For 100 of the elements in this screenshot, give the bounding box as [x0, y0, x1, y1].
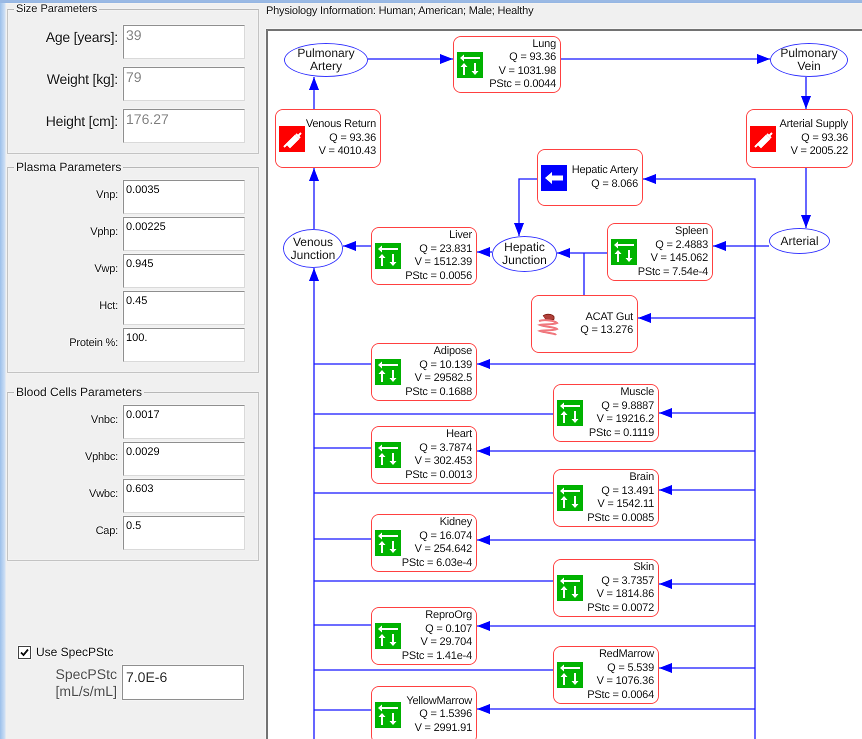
field-label: Vphbc:	[84, 451, 119, 463]
node-value: PStc = 6.03e-4	[402, 556, 472, 570]
compartment-node[interactable]: RedMarrow Q = 5.539 V = 1076.36 PStc = 0.0064	[553, 646, 659, 704]
node-value: Q = 13.491	[601, 484, 654, 498]
compartment-node[interactable]: Skin Q = 3.7357 V = 1814.86 PStc = 0.0072	[553, 559, 659, 617]
node-value: PStc = 0.0085	[587, 512, 654, 525]
compartment-node[interactable]: Venous Return Q = 93.36 V = 4010.43	[275, 109, 381, 168]
node-value: Q = 0.107	[425, 622, 472, 636]
compartment-node[interactable]: Arterial Supply Q = 93.36 V = 2005.22	[746, 109, 853, 168]
node-title: Venous Return	[306, 118, 376, 132]
node-value: Q = 23.831	[419, 242, 472, 256]
node-value: Q = 8.066	[591, 178, 638, 191]
node-value: PStc = 0.0072	[587, 602, 654, 615]
compartment-node[interactable]: Spleen Q = 2.4883 V = 145.062 PStc = 7.54e-4	[607, 223, 713, 281]
input-field[interactable]: 0.5	[123, 516, 245, 550]
node-value: V = 254.642	[414, 543, 472, 556]
field-label: Height [cm]:	[44, 113, 119, 129]
junction-node[interactable]: Venous Junction	[283, 229, 343, 268]
node-value: V = 1031.98	[498, 64, 556, 78]
node-value: PStc = 7.54e-4	[638, 266, 708, 279]
node-title: Heart	[446, 428, 472, 442]
node-value: Q = 3.7874	[419, 442, 472, 455]
node-value: V = 29582.5	[414, 372, 472, 386]
compartment-node[interactable]: Lung Q = 93.36 V = 1031.98 PStc = 0.0044	[453, 36, 561, 93]
group-title: Plasma Parameters	[15, 160, 122, 174]
field-label: Cap:	[94, 525, 119, 537]
input-field[interactable]: 100.	[123, 328, 245, 362]
field-label: Protein %:	[68, 337, 119, 349]
field-label: [mL/s/mL]	[54, 683, 117, 700]
node-value: V = 19216.2	[596, 413, 654, 426]
compartment-node[interactable]: Heart Q = 3.7874 V = 302.453 PStc = 0.0013	[371, 426, 477, 484]
compartment-node[interactable]: YellowMarrow Q = 1.5396 V = 2991.91	[371, 686, 477, 739]
node-value: Q = 2.4883	[655, 238, 708, 252]
node-value: V = 1814.86	[596, 588, 654, 602]
group-title: Blood Cells Parameters	[15, 385, 144, 399]
input-field[interactable]: 0.00225	[123, 217, 245, 251]
input-field[interactable]: 0.45	[123, 291, 245, 325]
node-value: V = 302.453	[414, 455, 472, 468]
compartment-node[interactable]: Muscle Q = 9.8887 V = 19216.2 PStc = 0.1119	[553, 384, 659, 442]
node-title: Hepatic Artery	[572, 164, 638, 178]
compartment-node[interactable]: Kidney Q = 16.074 V = 254.642 PStc = 6.03e-4	[371, 514, 477, 572]
input-field[interactable]: 0.0017	[123, 405, 245, 439]
junction-node[interactable]: Arterial	[769, 228, 830, 254]
compartment-node[interactable]: Hepatic Artery Q = 8.066	[537, 149, 643, 206]
input-field[interactable]: 0.0035	[123, 180, 245, 214]
node-value: V = 4010.43	[318, 145, 376, 159]
compartment-node[interactable]: ACAT Gut Q = 13.276	[531, 295, 638, 353]
node-title: Skin	[633, 561, 654, 574]
node-title: ReproOrg	[425, 609, 472, 622]
node-title: Brain	[629, 471, 654, 484]
node-title: Arterial Supply	[779, 118, 848, 132]
node-value: PStc = 0.1688	[405, 386, 472, 399]
input-field[interactable]: 7.0E-6	[122, 665, 244, 700]
field-label: Hct:	[98, 300, 119, 312]
node-value: Q = 3.7357	[601, 574, 654, 588]
node-value: Q = 16.074	[419, 530, 472, 543]
node-value: Q = 93.36	[329, 132, 376, 146]
node-title: YellowMarrow	[406, 694, 472, 708]
node-title: ACAT Gut	[585, 310, 633, 324]
compartment-node[interactable]: ReproOrg Q = 0.107 V = 29.704 PStc = 1.41e-4	[371, 607, 477, 665]
compartment-node[interactable]: Adipose Q = 10.139 V = 29582.5 PStc = 0.1688	[371, 343, 477, 401]
compartment-node[interactable]: Brain Q = 13.491 V = 1542.11 PStc = 0.0085	[553, 469, 659, 527]
node-value: V = 2991.91	[414, 722, 472, 736]
compartment-node[interactable]: Liver Q = 23.831 V = 1512.39 PStc = 0.0056	[371, 227, 477, 285]
field-label: Age [years]:	[44, 29, 119, 45]
input-field[interactable]: 0.603	[123, 479, 245, 513]
field-label: Vnp:	[95, 189, 119, 201]
node-value: PStc = 0.0064	[587, 688, 654, 702]
node-value: V = 1542.11	[597, 498, 654, 512]
field-label: SpecPStc	[54, 666, 117, 683]
node-value: Q = 1.5396	[419, 708, 472, 722]
junction-node[interactable]: Pulmonary Vein	[770, 43, 848, 77]
field-label: Vwbc:	[88, 488, 119, 500]
node-value: PStc = 0.0056	[405, 270, 472, 283]
node-value: PStc = 0.1119	[588, 426, 654, 440]
node-value: Q = 93.36	[509, 51, 556, 64]
junction-node[interactable]: Pulmonary Artery	[284, 43, 368, 77]
node-title: Lung	[532, 38, 556, 51]
node-value: Q = 13.276	[580, 324, 633, 338]
node-title: Adipose	[434, 345, 472, 358]
field-label: Weight [kg]:	[46, 71, 119, 87]
input-field[interactable]: 0.945	[123, 254, 245, 288]
node-value: PStc = 1.41e-4	[402, 650, 472, 663]
node-value: V = 29.704	[420, 636, 472, 650]
node-title: Muscle	[620, 386, 654, 400]
node-title: Spleen	[674, 225, 708, 238]
field-label: Vphp:	[89, 226, 119, 238]
node-value: V = 2005.22	[790, 145, 848, 159]
group-title: Size Parameters	[15, 3, 98, 15]
node-value: Q = 5.539	[607, 662, 654, 675]
node-value: V = 1076.36	[596, 675, 654, 688]
node-title: RedMarrow	[598, 648, 654, 662]
node-title: Kidney	[440, 516, 472, 530]
field-label: Vnbc:	[90, 414, 119, 426]
node-value: Q = 9.8887	[601, 400, 654, 413]
node-value: Q = 10.139	[419, 358, 472, 372]
input-field[interactable]: 0.0029	[123, 442, 245, 476]
node-value: PStc = 0.0013	[405, 468, 472, 482]
junction-node[interactable]: Hepatic Junction	[492, 236, 557, 272]
node-value: V = 1512.39	[414, 256, 472, 270]
